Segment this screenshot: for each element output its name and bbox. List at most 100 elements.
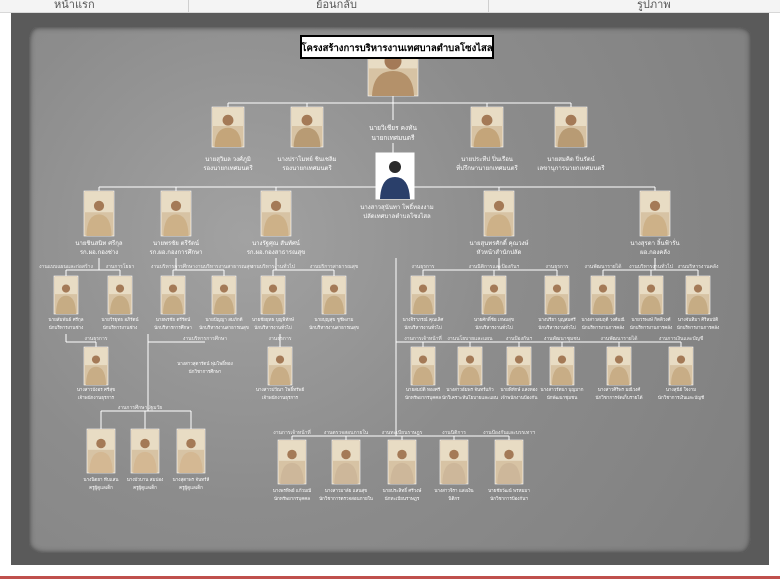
- photo-face: [552, 284, 562, 293]
- staff-name: นางสาวอัมพร จันทร์แก้ว: [446, 386, 494, 393]
- staff-role: นักวิชาการศึกษา: [189, 369, 222, 375]
- photo-face: [514, 355, 524, 364]
- staff-role: นักวิชาการเงินและบัญชี: [658, 395, 704, 401]
- division-head-role: รก.ผอ.กองการศึกษา: [150, 249, 203, 256]
- photo-face: [168, 284, 178, 293]
- staff-role: นักวิชาการป้องกันฯ: [490, 496, 528, 502]
- staff-photo: [549, 346, 575, 386]
- staff-role: ครูผู้ดูแลเด็ก: [89, 483, 113, 491]
- division-head-name: นายสุนทรศักดิ์ คุณวงษ์: [469, 238, 528, 247]
- staff-name: นางสาวบังอร ศรีสุข: [77, 387, 115, 393]
- unit-label: งานการเงินและบัญชี: [659, 335, 704, 342]
- photo-face: [557, 355, 567, 364]
- photo-face: [329, 284, 339, 293]
- staff-name: นางพรทิพย์ แก้วมณี: [273, 487, 311, 494]
- photo-face: [418, 284, 428, 293]
- photo-face: [449, 449, 459, 460]
- unit-label: งานพัฒนารายได้: [601, 335, 638, 342]
- unit-label: งานบริหารงานทั่วไป: [629, 263, 673, 270]
- staff-role: นักบริหารงานทั่วไป: [254, 324, 292, 331]
- staff-role: นักบริหารงานทั่วไป: [404, 324, 442, 331]
- photo-face: [493, 200, 505, 211]
- staff-photo: [267, 346, 293, 386]
- division-head-role: รก.ผอ.กองสาธารณสุข: [247, 249, 306, 256]
- staff-role: ครูผู้ดูแลเด็ก: [179, 483, 203, 491]
- division-head-role: ผอ.กองคลัง: [640, 249, 670, 256]
- unit-label: งานนิติการ: [442, 429, 466, 436]
- division-head-photo: [483, 190, 515, 237]
- photo-face: [287, 449, 297, 460]
- staff-photo: [107, 275, 133, 315]
- staff-photo: [160, 275, 186, 315]
- photo-face: [489, 284, 499, 293]
- photo-face: [649, 200, 661, 211]
- staff-name: นายชัยยุทธ บุญพิทักษ์: [252, 316, 294, 323]
- photo-face: [219, 284, 229, 293]
- staff-role: เจ้าพนักงานธุรการ: [78, 395, 115, 401]
- unit-label: งานการเจ้าหน้าที่: [273, 429, 310, 436]
- person-role: รองนายกเทศมนตรี: [282, 164, 332, 172]
- staff-photo: [457, 346, 483, 386]
- photo-face: [504, 449, 514, 460]
- staff-photo: [494, 439, 524, 485]
- photo-face: [693, 284, 703, 293]
- deputy-photo: [554, 106, 588, 148]
- photo-face: [646, 284, 656, 293]
- staff-name: นายวีรยุทธ อภิรัตน์: [101, 316, 138, 323]
- staff-role: นักทะเบียนราษฎร: [385, 496, 420, 502]
- staff-name: นายพรชัย ตรีรัตน์: [156, 316, 191, 323]
- staff-photo: [211, 275, 237, 315]
- division-head-photo: [160, 190, 192, 237]
- unit-label: งานบริหารงานคลัง: [678, 263, 719, 270]
- staff-photo: [53, 275, 79, 315]
- staff-photo: [668, 346, 694, 386]
- photo-face: [481, 114, 493, 126]
- staff-photo: [277, 439, 307, 485]
- unit-label: งานบริการสาธารณสุข: [310, 263, 359, 270]
- staff-role: ครูผู้ดูแลเด็ก: [133, 483, 157, 491]
- deputy-photo: [290, 106, 324, 148]
- deputy-photo: [470, 106, 504, 148]
- bottom-bar: [0, 565, 780, 579]
- staff-name: นางจันทิมา ศิริสมบัติ: [678, 317, 718, 323]
- chart-title-box: โครงสร้างการบริหารงานเทศบาลตำบลโซงไสล: [300, 35, 494, 59]
- staff-role: นักบริหารงานสาธารณสุข: [199, 325, 249, 331]
- staff-photo: [638, 275, 664, 315]
- unit-label: งานบริหารการศึกษา: [183, 335, 227, 342]
- staff-role: นักทรัพยากรบุคคล: [274, 496, 310, 502]
- unit-label: งานบริหารงานสาธารณสุข: [195, 263, 253, 270]
- staff-role: นักทรัพยากรบุคคล: [405, 395, 441, 401]
- photo-face: [93, 200, 105, 211]
- division-head-photo: [83, 190, 115, 237]
- unit-label: งานธุรการ: [412, 264, 435, 270]
- staff-photo: [86, 428, 116, 474]
- staff-role: นักวิชาการจัดเก็บรายได้: [595, 393, 642, 401]
- division-head-name: นายพรชัย ตรีรัตน์: [153, 239, 199, 247]
- photo-face: [465, 355, 475, 364]
- unit-label: งานการศึกษาปฐมวัย: [118, 404, 163, 411]
- staff-name: นายศักดิ์ชัย เกษมสุข: [474, 315, 514, 323]
- photo-face: [397, 449, 407, 460]
- photo-face: [418, 355, 428, 364]
- staff-photo: [481, 275, 507, 315]
- unit-label: งานป้องกันฯ: [506, 335, 533, 342]
- staff-name: นางสุนีย์ ใจงาม: [666, 386, 696, 393]
- unit-label: งานป้องกันและบรรเทาฯ: [483, 429, 535, 436]
- unit-label: งานนโยบายและแผน: [447, 335, 493, 342]
- staff-role: เจ้าพนักงานป้องกัน: [501, 395, 538, 401]
- staff-name: นายชัยวัฒน์ พรหมมา: [488, 487, 530, 494]
- staff-role: นักบริหารงานการคลัง: [630, 325, 672, 331]
- person-name: นางปราโมทย์ ชินเชลิม: [277, 155, 336, 163]
- staff-role: นักบริหารงานสาธารณสุข: [309, 325, 359, 331]
- staff-name: นายประสิทธิ์ ศรีวงษ์: [383, 486, 422, 494]
- division-head-role: รก.ผอ.กองช่าง: [80, 249, 118, 256]
- photo-face: [275, 355, 285, 364]
- person-role: ที่ปรึกษานายกเทศมนตรี: [456, 164, 518, 172]
- unit-label: งานการเจ้าหน้าที่: [404, 335, 441, 342]
- staff-photo: [176, 428, 206, 474]
- photo-face: [301, 114, 313, 126]
- unit-label: งานตรวจสอบภายใน: [324, 429, 369, 436]
- staff-role: นักวิชาการตรวจสอบภายใน: [319, 496, 373, 502]
- photo-face: [96, 438, 106, 449]
- unit-label: งานธุรการ: [269, 336, 292, 342]
